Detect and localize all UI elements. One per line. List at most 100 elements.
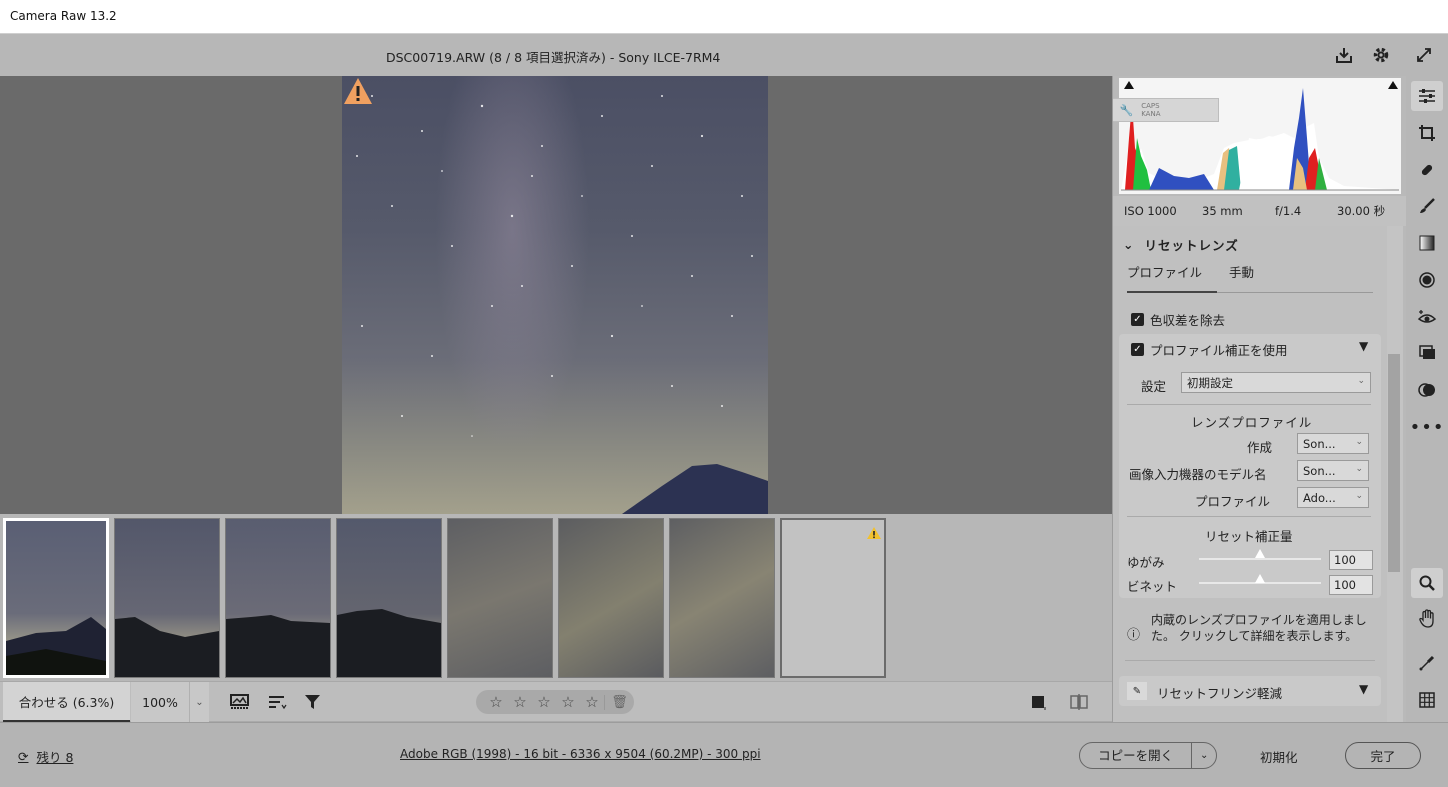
- edit-panel: JP ● 🔧 CAPSKANA ISO 1000 35 mm f/1.4 30.…: [1112, 76, 1406, 722]
- done-button[interactable]: 完了: [1345, 742, 1421, 769]
- distortion-label: ゆがみ: [1127, 555, 1165, 570]
- presets-icon[interactable]: [1411, 375, 1443, 405]
- histogram[interactable]: JP ● 🔧 CAPSKANA: [1113, 78, 1401, 194]
- ime-language-bar[interactable]: JP ● 🔧 CAPSKANA: [1113, 98, 1219, 122]
- zoom-fit-button[interactable]: 合わせる (6.3%): [3, 682, 130, 722]
- collapse-triangle-icon[interactable]: ▼: [1359, 682, 1368, 696]
- fullscreen-icon[interactable]: [1412, 43, 1436, 67]
- gear-icon[interactable]: [1369, 43, 1393, 67]
- defringe-header[interactable]: ✎ リセットフリンジ軽減 ▼: [1119, 676, 1381, 706]
- remove-ca-label: 色収差を除去: [1150, 313, 1226, 328]
- filmstrip-options-icon[interactable]: [228, 690, 252, 714]
- tab-profile[interactable]: プロファイル: [1127, 262, 1202, 291]
- collapse-triangle-icon[interactable]: ▼: [1359, 339, 1368, 353]
- star-icon[interactable]: ☆: [556, 693, 580, 711]
- zoom-dropdown-icon[interactable]: ⌄: [189, 682, 209, 722]
- setting-label: 設定: [1141, 379, 1167, 394]
- scrollbar-thumb[interactable]: [1388, 354, 1400, 572]
- star-icon[interactable]: ☆: [532, 693, 556, 711]
- vignette-value[interactable]: 100: [1329, 575, 1373, 595]
- star-icon[interactable]: ☆: [580, 693, 604, 711]
- save-icon[interactable]: [1332, 43, 1356, 67]
- hand-icon[interactable]: [1411, 604, 1443, 634]
- red-eye-icon[interactable]: [1411, 302, 1443, 332]
- use-profile-label: プロファイル補正を使用: [1150, 343, 1288, 358]
- workflow-options-link[interactable]: Adobe RGB (1998) - 16 bit - 6336 x 9504 …: [400, 747, 761, 761]
- panel-scrollbar[interactable]: [1387, 226, 1403, 722]
- healing-brush-icon[interactable]: [1411, 155, 1443, 185]
- warning-icon: [867, 527, 881, 539]
- open-copy-button[interactable]: コピーを開く ⌄: [1079, 742, 1217, 769]
- reset-button[interactable]: 初期化: [1260, 747, 1298, 766]
- brush-icon[interactable]: [1411, 191, 1443, 221]
- star-icon[interactable]: ☆: [484, 693, 508, 711]
- grid-overlay-icon[interactable]: [1411, 685, 1443, 715]
- remaining-link[interactable]: ⟳ 残り 8: [18, 747, 73, 766]
- exif-aperture: f/1.4: [1275, 204, 1302, 218]
- chevron-down-icon: ⌄: [1357, 376, 1365, 386]
- profile-select[interactable]: Ado... ⌄: [1297, 487, 1369, 508]
- star-rating: ☆ ☆ ☆ ☆ ☆ 🗑: [476, 690, 634, 714]
- more-options-icon[interactable]: •••: [1410, 412, 1444, 442]
- warning-icon[interactable]: [342, 76, 374, 106]
- use-profile-checkbox[interactable]: ✓ プロファイル補正を使用: [1131, 340, 1288, 359]
- remove-ca-checkbox[interactable]: ✓ 色収差を除去: [1131, 310, 1225, 329]
- thumbnail-1[interactable]: [3, 518, 109, 678]
- tool-strip: •••: [1406, 76, 1448, 722]
- distortion-slider-thumb[interactable]: [1255, 549, 1265, 558]
- distortion-slider[interactable]: [1199, 558, 1321, 560]
- divider: [1127, 516, 1371, 517]
- info-icon: ⓘ: [1127, 628, 1141, 643]
- radial-filter-icon[interactable]: [1411, 265, 1443, 295]
- bottom-toolbar: 合わせる (6.3%) 100% ⌄ ☆ ☆ ☆ ☆ ☆ 🗑: [0, 681, 1112, 722]
- sort-icon[interactable]: [265, 690, 289, 714]
- make-label: 作成: [1247, 440, 1273, 455]
- before-after-icon[interactable]: [1067, 690, 1091, 714]
- thumbnail-3[interactable]: [225, 518, 331, 678]
- lens-section-header[interactable]: ⌄ リセットレンズ: [1123, 235, 1239, 254]
- file-header: DSC00719.ARW (8 / 8 項目選択済み) - Sony ILCE-…: [0, 34, 1448, 76]
- shadow-clipping-icon[interactable]: [1123, 80, 1135, 90]
- chevron-down-icon: ⌄: [1123, 237, 1135, 252]
- zoom-100-button[interactable]: 100%: [131, 682, 189, 722]
- lens-correction-section: ⌄ リセットレンズ プロファイル 手動 ✓ 色収差を除去 ✓ プロファイル補正を…: [1113, 226, 1387, 722]
- color-sampler-icon[interactable]: [1411, 648, 1443, 678]
- main-preview-image: [342, 76, 768, 514]
- thumbnail-7[interactable]: [669, 518, 775, 678]
- graduated-filter-icon[interactable]: [1411, 228, 1443, 258]
- make-select[interactable]: Son... ⌄: [1297, 433, 1369, 454]
- chevron-down-icon: ⌄: [1355, 491, 1363, 501]
- view-mode-icon[interactable]: [1026, 690, 1050, 714]
- star-icon[interactable]: ☆: [508, 693, 532, 711]
- vignette-slider-thumb[interactable]: [1255, 574, 1265, 583]
- zoom-icon[interactable]: [1411, 568, 1443, 598]
- thumbnail-6[interactable]: [558, 518, 664, 678]
- setting-select[interactable]: 初期設定 ⌄: [1181, 372, 1371, 393]
- profile-correction-panel: ✓ プロファイル補正を使用 ▼ 設定 初期設定 ⌄ レンズプロファイル 作成 So…: [1119, 334, 1381, 598]
- exif-iso: ISO 1000: [1124, 204, 1177, 218]
- snapshots-icon[interactable]: [1411, 338, 1443, 368]
- trash-icon[interactable]: 🗑: [604, 694, 634, 710]
- edit-sliders-icon[interactable]: [1411, 81, 1443, 111]
- crop-icon[interactable]: [1411, 118, 1443, 148]
- open-copy-label[interactable]: コピーを開く: [1080, 743, 1193, 768]
- chevron-down-icon[interactable]: ⌄: [1192, 750, 1216, 761]
- defringe-title: リセットフリンジ軽減: [1157, 686, 1283, 701]
- tab-manual[interactable]: 手動: [1229, 262, 1254, 281]
- histogram-graph: [1121, 88, 1399, 191]
- checkbox-checked-icon: ✓: [1131, 343, 1144, 356]
- highlight-clipping-icon[interactable]: [1387, 80, 1399, 90]
- checkbox-checked-icon: ✓: [1131, 313, 1144, 326]
- tab-active-indicator: [1127, 291, 1217, 293]
- model-select[interactable]: Son... ⌄: [1297, 460, 1369, 481]
- filter-icon[interactable]: [301, 690, 325, 714]
- thumbnail-5[interactable]: [447, 518, 553, 678]
- thumbnail-2[interactable]: [114, 518, 220, 678]
- image-viewer[interactable]: [0, 76, 1112, 514]
- eyedropper-icon[interactable]: ✎: [1127, 682, 1147, 700]
- distortion-value[interactable]: 100: [1329, 550, 1373, 570]
- thumbnail-8-placeholder[interactable]: [780, 518, 886, 678]
- thumbnail-4[interactable]: [336, 518, 442, 678]
- profile-info-text[interactable]: 内蔵のレンズプロファイルを適用しました。 クリックして詳細を表示します。: [1151, 612, 1373, 644]
- preview-stars-mountain: [356, 95, 768, 514]
